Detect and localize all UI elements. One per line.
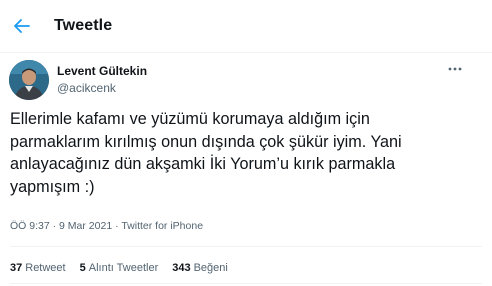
divider <box>10 283 482 284</box>
page-header: Tweetle <box>0 0 492 53</box>
meta-separator: · <box>49 220 60 232</box>
arrow-left-icon <box>14 19 30 33</box>
likes-stat[interactable]: 343 Beğeni <box>172 262 228 274</box>
back-button[interactable] <box>8 12 36 40</box>
divider <box>10 246 482 247</box>
likes-label: Beğeni <box>193 262 228 274</box>
retweets-stat[interactable]: 37 Retweet <box>10 262 66 274</box>
tweet-text: Ellerimle kafamı ve yüzümü korumaya aldı… <box>10 110 402 196</box>
retweets-label: Retweet <box>25 262 66 274</box>
quotes-count: 5 <box>79 262 86 274</box>
author-handle[interactable]: @acikcenk <box>57 81 116 95</box>
page-title: Tweetle <box>54 17 113 34</box>
author-display-name[interactable]: Levent Gültekin <box>57 64 147 78</box>
tweet-stats: 37 Retweet 5 Alıntı Tweetler 343 Beğeni <box>10 262 242 274</box>
avatar[interactable] <box>9 60 49 100</box>
tweet-source[interactable]: Twitter for iPhone <box>121 220 203 232</box>
more-options-button[interactable] <box>444 60 466 78</box>
tweet-date[interactable]: 9 Mar 2021 <box>59 220 112 232</box>
quotes-label: Alıntı Tweetler <box>88 262 159 274</box>
tweet-meta: ÖÖ 9:37 · 9 Mar 2021 · Twitter for iPhon… <box>10 220 203 232</box>
quotes-stat[interactable]: 5 Alıntı Tweetler <box>80 262 159 274</box>
more-horizontal-icon <box>448 67 462 71</box>
tweet-time[interactable]: ÖÖ 9:37 <box>10 220 50 232</box>
meta-separator: · <box>112 220 122 232</box>
likes-count: 343 <box>172 262 191 274</box>
retweets-count: 37 <box>10 262 23 274</box>
